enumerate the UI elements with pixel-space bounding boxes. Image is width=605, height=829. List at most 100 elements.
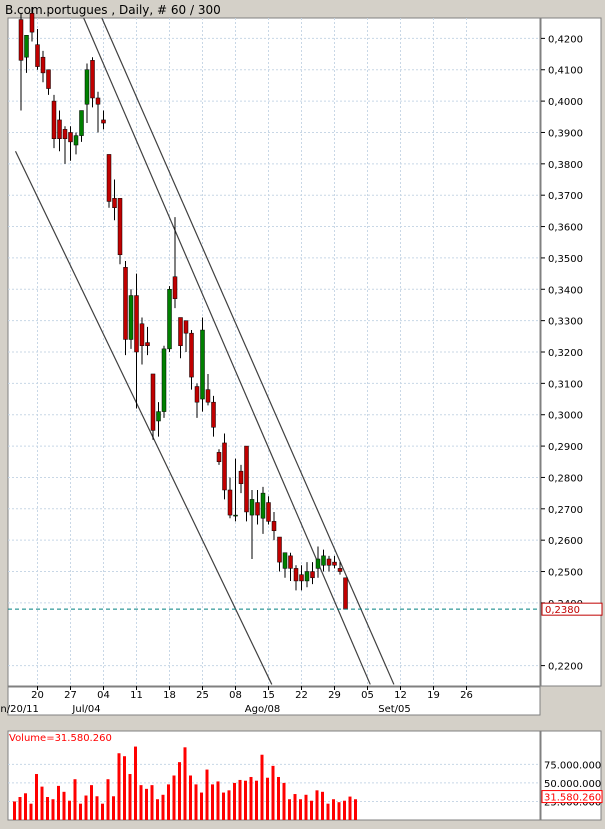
volume-bar [112, 796, 115, 820]
x-tick-label: 12 [394, 690, 407, 701]
y-tick-label: 0,3400 [548, 285, 583, 296]
volume-bar [321, 791, 324, 820]
candle-down [293, 568, 299, 582]
volume-bar [18, 797, 22, 820]
volume-bar [167, 784, 170, 820]
candle-up [73, 135, 79, 146]
candle-down [178, 317, 183, 346]
y-tick-label: 0,4100 [548, 66, 583, 77]
volume-bar [178, 762, 181, 820]
volume-bar [156, 799, 159, 820]
y-tick-label: 0,3700 [548, 191, 583, 202]
candle-down [299, 574, 304, 582]
candle-up [315, 558, 321, 569]
volume-bar [40, 786, 44, 820]
y-tick-label: 0,3200 [548, 348, 583, 359]
volume-tick-label: 50.000.000 [544, 779, 601, 790]
candle-down [216, 452, 222, 463]
candle-up [79, 110, 84, 136]
volume-bar [194, 784, 198, 820]
volume-bar [161, 794, 165, 820]
candle-up [200, 329, 205, 400]
y-tick-label: 0,2700 [548, 505, 583, 516]
y-tick-label: 0,4000 [548, 97, 583, 108]
volume-bar [101, 803, 104, 820]
volume-bar [310, 800, 313, 820]
volume-bar [150, 785, 154, 820]
y-tick-label: 0,3500 [548, 254, 583, 265]
candle-down [343, 577, 348, 610]
y-tick-label: 0,2800 [548, 473, 583, 484]
candle-down [332, 561, 337, 566]
candle-down [51, 100, 57, 139]
candle-up [24, 34, 29, 58]
volume-bar [172, 775, 176, 820]
candle-down [134, 295, 139, 353]
period-label: Ago/08 [245, 704, 280, 715]
y-tick-label: 0,3900 [548, 128, 583, 139]
candle-down [150, 373, 156, 431]
candle-down [227, 489, 233, 516]
volume-bar [288, 799, 291, 820]
x-tick-label: 11 [130, 690, 143, 701]
volume-bar [13, 801, 16, 820]
volume-bar [244, 780, 247, 820]
volume-bar [205, 769, 209, 820]
volume-bar [282, 782, 286, 820]
candle-down [35, 44, 40, 67]
candle-up [84, 69, 90, 105]
volume-bar [79, 803, 82, 820]
x-tick-label: 04 [97, 690, 110, 701]
volume-bar [73, 779, 77, 820]
volume-bar [227, 790, 231, 820]
candle-down [29, 13, 35, 33]
volume-bar [343, 800, 346, 820]
panel-splitter [0, 717, 605, 729]
volume-bar [117, 753, 121, 820]
volume-bar [304, 794, 308, 820]
volume-bar [106, 779, 110, 820]
candle-down [189, 332, 194, 378]
candle-down [123, 267, 128, 340]
volume-bar [315, 790, 319, 820]
period-label: Jul/04 [71, 704, 100, 715]
candle-down [90, 60, 95, 99]
volume-bar [238, 779, 242, 820]
volume-bar [332, 799, 335, 820]
candle-up [260, 492, 266, 519]
y-tick-label: 0,2200 [548, 662, 583, 673]
volume-bar [139, 785, 143, 820]
candle-up [233, 514, 238, 517]
volume-tick-label: 75.000.000 [544, 760, 601, 771]
volume-bar [84, 795, 88, 820]
candle-down [271, 521, 277, 532]
x-tick-label: 22 [295, 690, 308, 701]
period-label: Jun/20/11 [0, 704, 39, 715]
candle-down [288, 555, 293, 569]
x-tick-label: 26 [460, 690, 473, 701]
volume-bar [271, 765, 275, 820]
candle-down [68, 132, 73, 143]
candle-down [101, 119, 106, 124]
volume-bar [255, 780, 258, 820]
volume-bar [134, 746, 137, 820]
volume-bar [29, 803, 33, 820]
candle-down [205, 389, 211, 403]
volume-bar [299, 799, 302, 820]
volume-bar [51, 799, 55, 820]
volume-bar [337, 802, 341, 820]
y-tick-label: 0,3600 [548, 223, 583, 234]
chart-svg[interactable]: 0,4200 0,4100 0,4000 0,3900 0,3800 0,3700 0,36… [0, 0, 605, 829]
volume-bar [62, 791, 66, 820]
y-tick-label: 0,2500 [548, 568, 583, 579]
volume-bar [222, 792, 225, 820]
candle-down [266, 502, 271, 522]
candle-down [95, 97, 101, 105]
volume-title: Volume=31.580.260 [9, 733, 112, 744]
volume-bar [211, 784, 214, 820]
x-tick-label: 15 [262, 690, 275, 701]
volume-bar [233, 782, 236, 820]
volume-bar [95, 796, 99, 820]
x-tick-label: 25 [196, 690, 209, 701]
volume-bar [326, 803, 330, 820]
